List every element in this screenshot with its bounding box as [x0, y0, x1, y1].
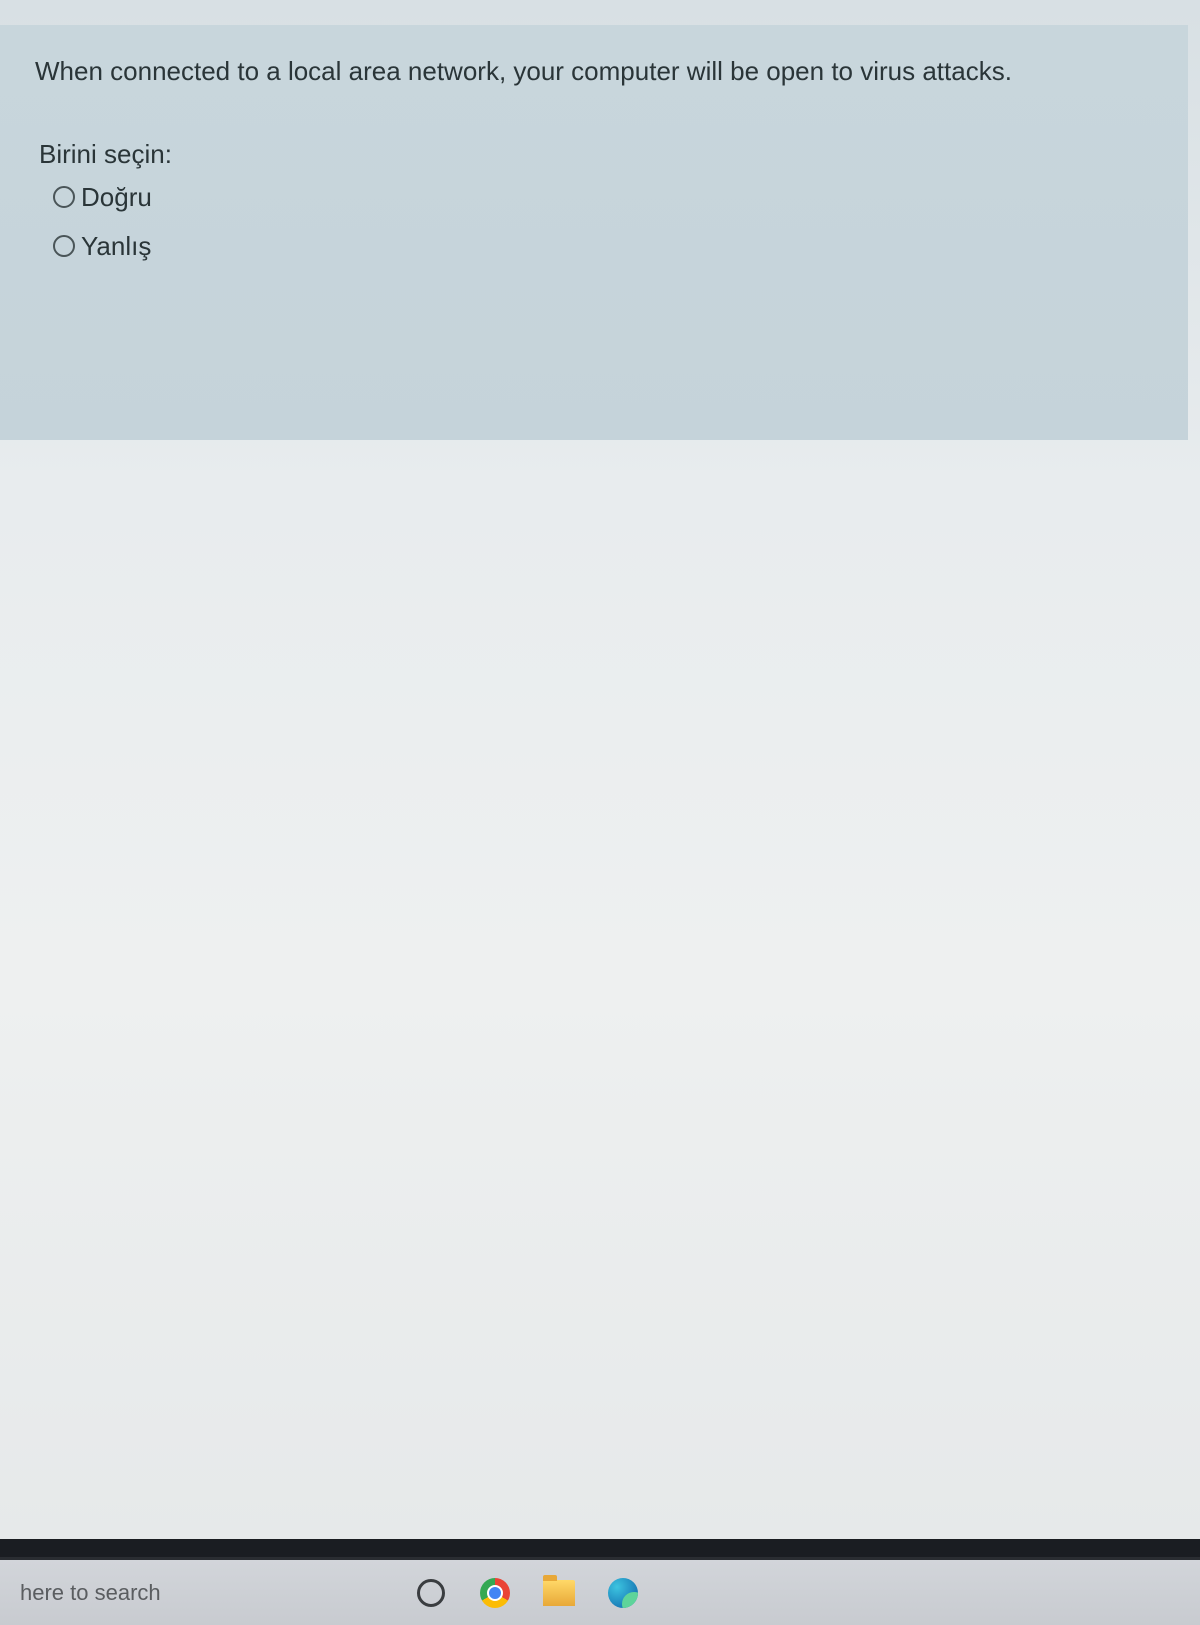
radio-option-false[interactable]: Yanlış [53, 231, 1153, 262]
file-explorer-button[interactable] [541, 1575, 577, 1611]
folder-icon [543, 1580, 575, 1606]
cortana-button[interactable] [413, 1575, 449, 1611]
radio-label-true[interactable]: Doğru [81, 182, 152, 213]
question-text: When connected to a local area network, … [35, 55, 1153, 89]
chrome-button[interactable] [477, 1575, 513, 1611]
search-box[interactable]: here to search [8, 1572, 173, 1614]
select-prompt: Birini seçin: [39, 139, 1153, 170]
radio-input-true[interactable] [53, 186, 75, 208]
taskbar: here to search [0, 1557, 1200, 1625]
chrome-icon [480, 1578, 510, 1608]
taskbar-border [0, 1539, 1200, 1557]
cortana-icon [417, 1579, 445, 1607]
question-card: When connected to a local area network, … [0, 25, 1188, 440]
radio-option-true[interactable]: Doğru [53, 182, 1153, 213]
edge-button[interactable] [605, 1575, 641, 1611]
edge-icon [608, 1578, 638, 1608]
taskbar-icons [413, 1575, 641, 1611]
radio-input-false[interactable] [53, 235, 75, 257]
radio-label-false[interactable]: Yanlış [81, 231, 151, 262]
